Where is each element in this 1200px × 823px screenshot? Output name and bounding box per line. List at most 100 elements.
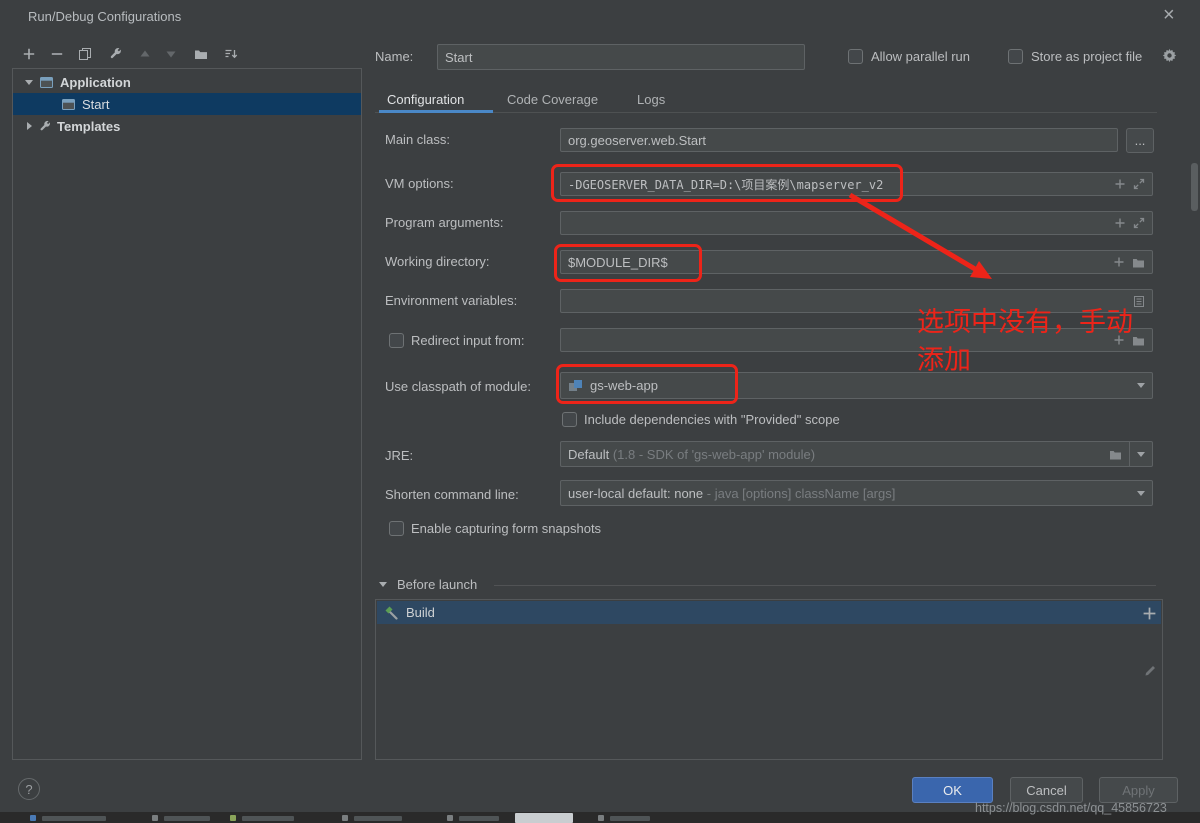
tab-configuration[interactable]: Configuration: [387, 88, 464, 112]
statusbar-fragment: [342, 815, 348, 821]
redirect-input-label: Redirect input from:: [411, 331, 524, 351]
application-icon: [39, 75, 54, 90]
combo-divider: [1129, 442, 1130, 466]
main-class-input[interactable]: org.geoserver.web.Start: [560, 128, 1118, 152]
tree-item-application[interactable]: Application: [13, 71, 361, 93]
working-directory-input[interactable]: $MODULE_DIR$: [560, 250, 1153, 274]
name-label: Name:: [375, 47, 413, 67]
shorten-command-line-label: Shorten command line:: [385, 485, 519, 505]
edit-before-launch-task-icon[interactable]: [1143, 664, 1157, 678]
statusbar-fragment: [152, 815, 158, 821]
statusbar-fragment: [610, 816, 650, 821]
program-arguments-input[interactable]: [560, 211, 1153, 235]
statusbar-fragment: [242, 816, 294, 821]
statusbar-fragment: [515, 813, 573, 823]
allow-parallel-run-checkbox[interactable]: [848, 49, 863, 64]
name-value: Start: [445, 50, 797, 65]
wrench-icon: [38, 120, 51, 133]
vm-options-input[interactable]: -DGEOSERVER_DATA_DIR=D:\项目案例\mapserver_v…: [560, 172, 1153, 196]
tab-logs[interactable]: Logs: [637, 88, 665, 112]
remove-configuration-icon[interactable]: [48, 45, 66, 63]
enable-capturing-checkbox[interactable]: [389, 521, 404, 536]
annotation-note-line2: 添加: [917, 341, 1133, 379]
tree-item-templates[interactable]: Templates: [13, 115, 361, 137]
application-icon: [61, 97, 76, 112]
main-class-value: org.geoserver.web.Start: [568, 133, 1110, 148]
tab-code-coverage[interactable]: Code Coverage: [507, 88, 598, 112]
dialog-title: Run/Debug Configurations: [28, 9, 181, 24]
gear-icon[interactable]: [1162, 48, 1177, 63]
collapse-before-launch-icon[interactable]: [379, 582, 387, 587]
statusbar-fragment: [42, 816, 106, 821]
vm-options-value: -DGEOSERVER_DATA_DIR=D:\项目案例\mapserver_v…: [568, 176, 1107, 193]
use-classpath-value: gs-web-app: [590, 378, 1130, 393]
chevron-down-icon[interactable]: [25, 80, 33, 85]
cancel-button[interactable]: Cancel: [1010, 777, 1083, 803]
main-class-label: Main class:: [385, 130, 450, 150]
browse-folder-icon[interactable]: [1132, 256, 1145, 269]
help-button[interactable]: ?: [18, 778, 40, 800]
chevron-down-icon[interactable]: [1137, 491, 1145, 496]
sort-configurations-icon[interactable]: [222, 45, 240, 63]
use-classpath-label: Use classpath of module:: [385, 377, 531, 397]
shorten-hint: - java [options] className [args]: [707, 486, 896, 501]
include-provided-label: Include dependencies with "Provided" sco…: [584, 410, 840, 430]
tree-item-label: Application: [60, 75, 131, 90]
expand-field-add-icon[interactable]: [1114, 217, 1126, 229]
annotation-note: 选项中没有，手动 添加: [917, 303, 1133, 379]
statusbar-fragment: [230, 815, 236, 821]
main-class-browse-button[interactable]: ...: [1126, 128, 1154, 153]
create-folder-icon[interactable]: [192, 45, 210, 63]
module-icon: [568, 378, 583, 393]
edit-templates-icon[interactable]: [106, 45, 124, 63]
environment-variables-label: Environment variables:: [385, 291, 517, 311]
expand-field-add-icon[interactable]: [1114, 178, 1126, 190]
move-up-icon[interactable]: [136, 45, 154, 63]
statusbar-fragment: [354, 816, 402, 821]
configurations-tree: Application Start Templates: [12, 68, 362, 760]
enable-capturing-label: Enable capturing form snapshots: [411, 519, 601, 539]
tree-item-label: Start: [82, 97, 109, 112]
browse-folder-icon[interactable]: [1109, 448, 1122, 461]
apply-button[interactable]: Apply: [1099, 777, 1178, 803]
shorten-command-line-combobox[interactable]: user-local default: none - java [options…: [560, 480, 1153, 506]
redirect-input-checkbox[interactable]: [389, 333, 404, 348]
working-directory-label: Working directory:: [385, 252, 490, 272]
before-launch-item-build[interactable]: Build: [377, 601, 1161, 624]
copy-configuration-icon[interactable]: [76, 45, 94, 63]
expand-editor-icon[interactable]: [1133, 217, 1145, 229]
ok-button[interactable]: OK: [912, 777, 993, 803]
annotation-note-line1: 选项中没有，手动: [917, 303, 1133, 341]
expand-editor-icon[interactable]: [1133, 178, 1145, 190]
watermark: https://blog.csdn.net/qq_45856723: [975, 801, 1167, 815]
before-launch-divider: [494, 585, 1156, 586]
tree-item-label: Templates: [57, 119, 120, 134]
jre-combobox[interactable]: Default (1.8 - SDK of 'gs-web-app' modul…: [560, 441, 1153, 467]
build-item-label: Build: [406, 605, 435, 620]
add-configuration-icon[interactable]: [20, 45, 38, 63]
store-as-project-file-checkbox[interactable]: [1008, 49, 1023, 64]
jre-value: Default: [568, 447, 609, 462]
chevron-right-icon[interactable]: [27, 122, 32, 130]
statusbar-fragment: [30, 815, 36, 821]
browse-folder-icon[interactable]: [1132, 334, 1145, 347]
run-debug-configurations-dialog: Run/Debug Configurations × Application: [0, 0, 1200, 823]
statusbar-fragment: [447, 815, 453, 821]
edit-variables-icon[interactable]: [1133, 295, 1145, 308]
statusbar-fragment: [164, 816, 210, 821]
chevron-down-icon[interactable]: [1137, 452, 1145, 457]
active-tab-underline: [379, 110, 493, 113]
jre-label: JRE:: [385, 446, 413, 466]
close-icon[interactable]: ×: [1163, 4, 1175, 27]
move-down-icon[interactable]: [162, 45, 180, 63]
name-input[interactable]: Start: [437, 44, 805, 70]
chevron-down-icon[interactable]: [1137, 383, 1145, 388]
scrollbar-thumb[interactable]: [1191, 163, 1198, 211]
add-before-launch-task-icon[interactable]: [1142, 606, 1157, 621]
vm-options-label: VM options:: [385, 174, 454, 194]
include-provided-checkbox[interactable]: [562, 412, 577, 427]
tree-item-start[interactable]: Start: [13, 93, 361, 115]
before-launch-list: Build: [375, 599, 1163, 760]
expand-field-add-icon[interactable]: [1113, 256, 1125, 268]
statusbar-fragment: [459, 816, 499, 821]
